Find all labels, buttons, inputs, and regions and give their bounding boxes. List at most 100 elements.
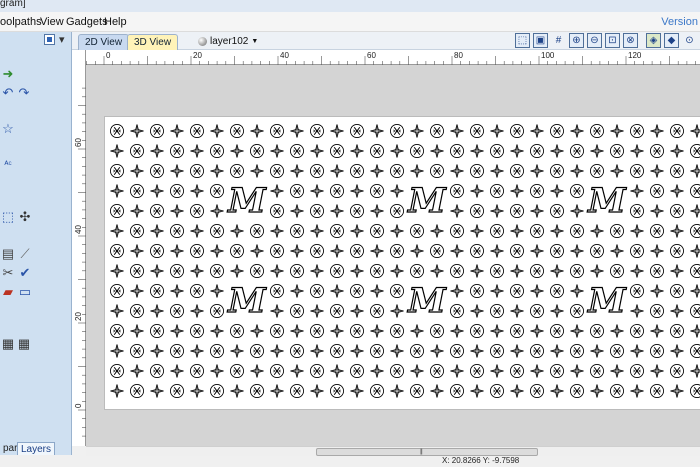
circle-motif-icon[interactable] (269, 203, 285, 219)
menu-toolpaths[interactable]: oolpaths (0, 16, 42, 28)
circle-motif-icon[interactable] (269, 323, 285, 339)
circle-motif-icon[interactable] (149, 283, 165, 299)
circle-motif-icon[interactable] (109, 323, 125, 339)
star-motif-icon[interactable] (390, 304, 404, 318)
circle-motif-icon[interactable] (449, 223, 465, 239)
grid-toggle-icon[interactable]: # (551, 33, 566, 48)
star-motif-icon[interactable] (290, 204, 304, 218)
circle-motif-icon[interactable] (249, 143, 265, 159)
star-motif-icon[interactable] (570, 324, 584, 338)
circle-motif-icon[interactable] (129, 303, 145, 319)
circle-motif-icon[interactable] (289, 343, 305, 359)
circle-motif-icon[interactable] (549, 243, 565, 259)
circle-motif-icon[interactable] (169, 343, 185, 359)
star-motif-icon[interactable] (670, 224, 684, 238)
star-motif-icon[interactable] (270, 144, 284, 158)
circle-motif-icon[interactable] (669, 243, 685, 259)
circle-motif-icon[interactable] (269, 163, 285, 179)
star-motif-icon[interactable] (290, 284, 304, 298)
circle-motif-icon[interactable] (109, 363, 125, 379)
circle-motif-icon[interactable] (109, 163, 125, 179)
star-motif-icon[interactable] (370, 284, 384, 298)
tab-layers[interactable]: Layers (17, 442, 56, 455)
circle-motif-icon[interactable] (509, 243, 525, 259)
star-motif-icon[interactable] (190, 384, 204, 398)
circle-motif-icon[interactable] (229, 163, 245, 179)
circle-motif-icon[interactable] (269, 283, 285, 299)
circle-motif-icon[interactable] (449, 383, 465, 399)
check-icon[interactable]: ✔ (17, 265, 33, 281)
circle-motif-icon[interactable] (189, 243, 205, 259)
star-motif-icon[interactable] (270, 304, 284, 318)
star-motif-icon[interactable] (170, 164, 184, 178)
monogram-m-icon[interactable]: M (227, 180, 268, 221)
circle-motif-icon[interactable] (649, 183, 665, 199)
star-motif-icon[interactable] (510, 224, 524, 238)
star-motif-icon[interactable] (330, 124, 344, 138)
star-motif-icon[interactable] (130, 204, 144, 218)
circle-motif-icon[interactable] (309, 163, 325, 179)
circle-motif-icon[interactable] (309, 203, 325, 219)
star-motif-icon[interactable] (430, 264, 444, 278)
circle-motif-icon[interactable] (589, 363, 605, 379)
circle-motif-icon[interactable] (549, 163, 565, 179)
circle-motif-icon[interactable] (569, 303, 585, 319)
star-motif-icon[interactable] (490, 364, 504, 378)
circle-motif-icon[interactable] (509, 363, 525, 379)
circle-motif-icon[interactable] (509, 283, 525, 299)
monogram-m-icon[interactable]: M (587, 180, 628, 221)
star-motif-icon[interactable] (130, 284, 144, 298)
circle-motif-icon[interactable] (489, 263, 505, 279)
circle-motif-icon[interactable] (189, 323, 205, 339)
circle-motif-icon[interactable] (629, 203, 645, 219)
star-motif-icon[interactable] (230, 344, 244, 358)
star-motif-icon[interactable] (630, 304, 644, 318)
circle-motif-icon[interactable] (309, 323, 325, 339)
star-motif-icon[interactable] (110, 264, 124, 278)
star-motif-icon[interactable] (590, 384, 604, 398)
star-motif-icon[interactable] (290, 244, 304, 258)
circle-motif-icon[interactable] (329, 343, 345, 359)
star-motif-icon[interactable] (470, 184, 484, 198)
star-motif-icon[interactable] (310, 144, 324, 158)
star-motif-icon[interactable] (570, 244, 584, 258)
star-motif-icon[interactable] (530, 124, 544, 138)
material-sheet[interactable]: M M M M M M (104, 116, 700, 410)
star-motif-icon[interactable] (190, 224, 204, 238)
star-motif-icon[interactable] (390, 144, 404, 158)
circle-motif-icon[interactable] (649, 303, 665, 319)
star-motif-icon[interactable] (490, 124, 504, 138)
star-motif-icon[interactable] (530, 284, 544, 298)
star-motif-icon[interactable] (290, 324, 304, 338)
circle-motif-icon[interactable] (109, 123, 125, 139)
star-motif-icon[interactable] (310, 264, 324, 278)
circle-motif-icon[interactable] (309, 283, 325, 299)
blend-icon[interactable]: ▭ (17, 284, 33, 300)
star-motif-icon[interactable] (330, 284, 344, 298)
star-motif-icon[interactable] (390, 264, 404, 278)
star-motif-icon[interactable] (330, 324, 344, 338)
star-motif-icon[interactable] (350, 144, 364, 158)
circle-motif-icon[interactable] (569, 383, 585, 399)
circle-motif-icon[interactable] (369, 383, 385, 399)
circle-motif-icon[interactable] (429, 163, 445, 179)
star-motif-icon[interactable] (650, 244, 664, 258)
circle-motif-icon[interactable] (649, 143, 665, 159)
star-motif-icon[interactable] (130, 364, 144, 378)
circle-motif-icon[interactable] (249, 383, 265, 399)
star-motif-icon[interactable] (350, 184, 364, 198)
circle-motif-icon[interactable] (429, 123, 445, 139)
star-motif-icon[interactable] (470, 264, 484, 278)
star-motif-icon[interactable] (530, 164, 544, 178)
circle-motif-icon[interactable] (449, 143, 465, 159)
circle-motif-icon[interactable] (669, 363, 685, 379)
text-icon[interactable]: ᴬᶜ (0, 156, 16, 172)
star-motif-icon[interactable] (170, 324, 184, 338)
star-motif-icon[interactable] (610, 364, 624, 378)
circle-motif-icon[interactable] (569, 143, 585, 159)
circle-motif-icon[interactable] (689, 223, 700, 239)
circle-motif-icon[interactable] (189, 203, 205, 219)
circle-motif-icon[interactable] (529, 383, 545, 399)
circle-motif-icon[interactable] (209, 263, 225, 279)
star-motif-icon[interactable] (490, 284, 504, 298)
